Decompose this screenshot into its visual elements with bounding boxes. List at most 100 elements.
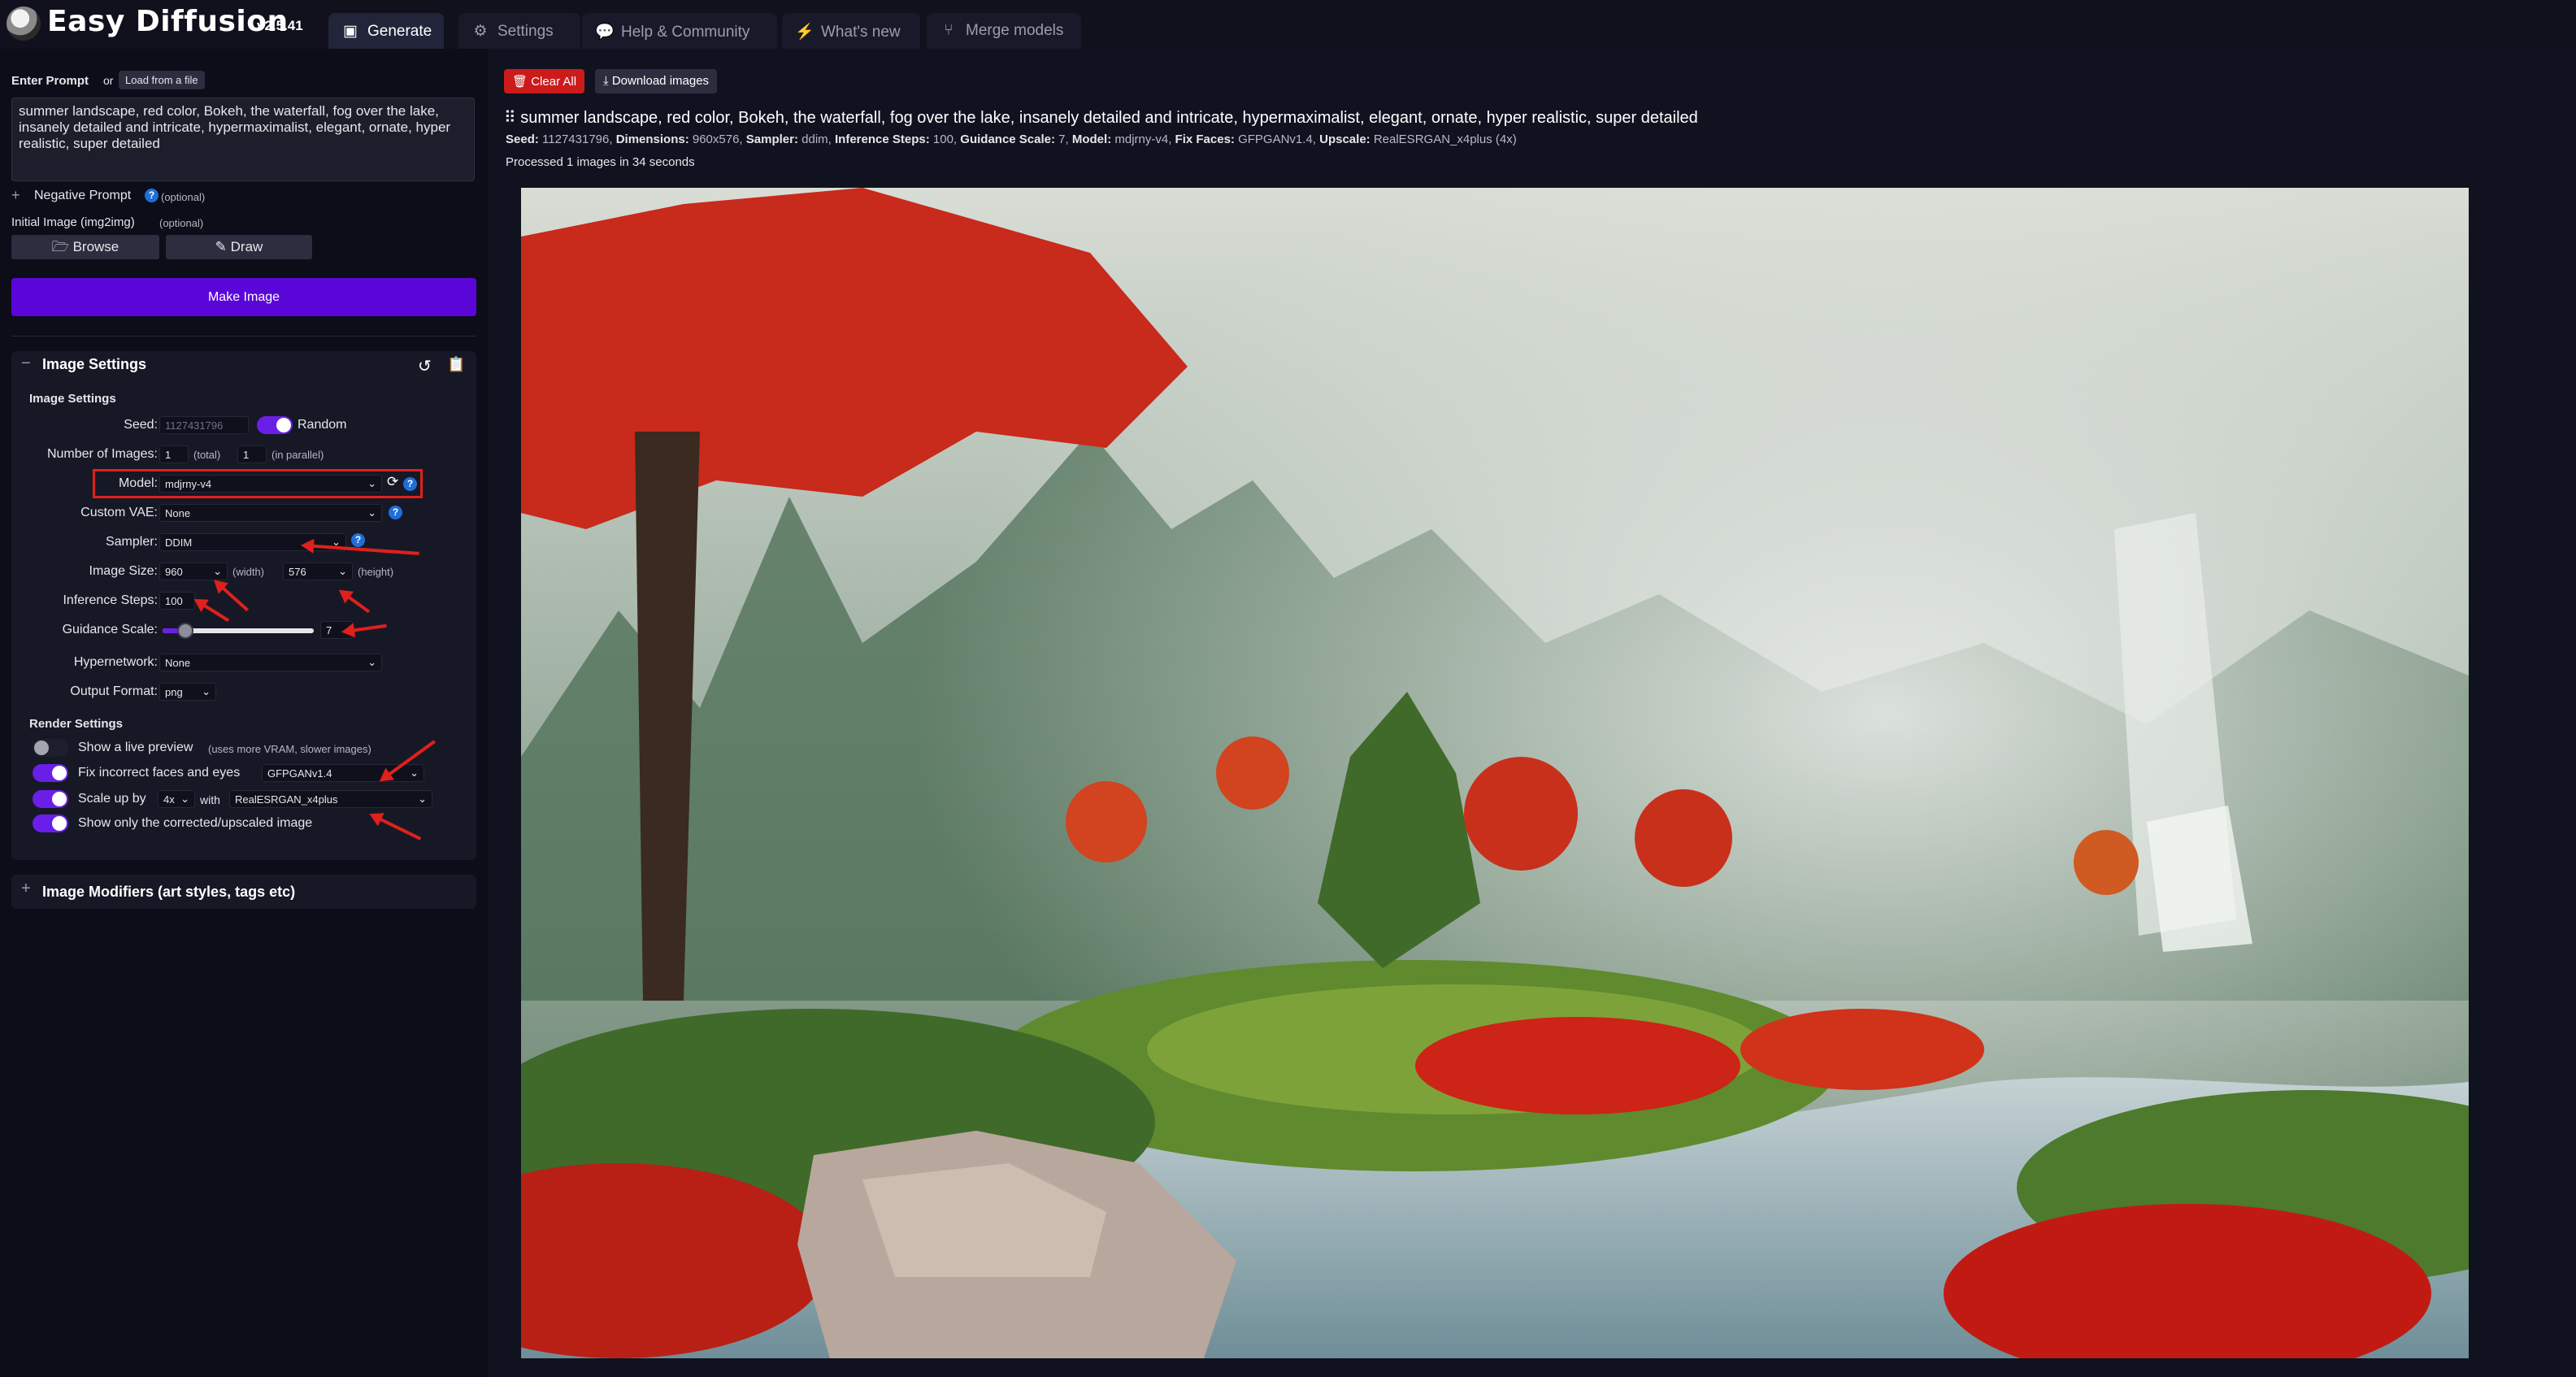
refresh-models-icon[interactable]: ⟳ [387,474,398,490]
num-images-label: Number of Images: [46,447,158,461]
grid-icon[interactable]: ⠿ [504,109,520,127]
sampler-select[interactable]: DDIM ⌄ [159,533,346,551]
reset-icon[interactable]: ↺ [418,356,432,376]
negative-prompt-label[interactable]: Negative Prompt [34,189,131,203]
image-settings-section-title: Image Settings [29,392,116,406]
chevron-down-icon: ⌄ [410,767,419,779]
height-select[interactable]: 576 ⌄ [283,563,353,580]
width-label: (width) [232,566,265,578]
landscape-illustration [521,188,2469,1358]
tab-merge-models[interactable]: ⑂ Merge models [927,13,1081,49]
only-corrected-label: Show only the corrected/upscaled image [78,816,313,830]
live-preview-label: Show a live preview [78,741,193,754]
steps-input[interactable]: 100 [159,592,195,610]
random-label: Random [298,418,347,432]
model-select[interactable]: mdjrny-v4 ⌄ [159,475,382,493]
app-title: Easy Diffusion [47,5,289,38]
browse-button[interactable]: 🗁 Browse [11,235,159,259]
toggle-knob [52,766,67,780]
vae-select[interactable]: None ⌄ [159,504,382,522]
download-icon: ⤓ [603,74,612,88]
live-preview-toggle[interactable] [33,739,68,757]
bolt-icon: ⚡ [795,24,815,41]
vae-help-icon[interactable]: ? [389,506,402,519]
negative-prompt-help-icon[interactable]: ? [145,189,159,202]
hypernetwork-select[interactable]: None ⌄ [159,654,382,671]
pencil-icon: ✎ [215,239,231,254]
render-settings-title: Render Settings [29,717,124,731]
scale-up-toggle[interactable] [33,790,68,808]
num-images-total-input[interactable]: 1 [159,445,189,463]
load-from-file-button[interactable]: Load from a file [119,71,205,89]
clear-all-button[interactable]: 🗑 Clear All [504,69,585,93]
image-settings-title[interactable]: Image Settings [42,356,146,373]
model-label: Model: [118,476,158,490]
logo-icon [7,7,41,41]
left-panel: Enter Prompt or Load from a file summer … [0,49,488,1377]
expand-plus-icon[interactable]: + [21,880,31,898]
vae-label: Custom VAE: [80,506,158,519]
live-preview-note: (uses more VRAM, slower images) [208,743,371,755]
height-label: (height) [358,566,394,578]
upscaler-select[interactable]: RealESRGAN_x4plus ⌄ [229,790,432,808]
folder-icon: 🗁 [51,239,73,254]
image-icon: ▣ [343,23,358,40]
prompt-label: Enter Prompt [11,74,89,88]
chevron-down-icon: ⌄ [367,656,376,668]
negative-optional-label: (optional) [161,191,206,203]
prompt-input[interactable]: summer landscape, red color, Bokeh, the … [11,98,475,181]
tab-generate[interactable]: ▣ Generate [328,13,444,49]
or-label: or [103,74,114,87]
steps-label: Inference Steps: [63,593,158,607]
parallel-label: (in parallel) [272,449,324,461]
init-image-optional-label: (optional) [159,217,204,229]
random-seed-toggle[interactable] [257,416,293,434]
sampler-help-icon[interactable]: ? [351,533,365,547]
toggle-knob [52,816,67,831]
toggle-knob [52,792,67,806]
guidance-slider-handle[interactable] [176,623,193,639]
with-label: with [200,793,220,806]
result-metadata: Seed: 1127431796, Dimensions: 960x576, S… [506,132,1517,146]
make-image-button[interactable]: Make Image [11,278,476,316]
collapse-minus-icon[interactable]: − [21,354,31,373]
result-prompt: ⠿ summer landscape, red color, Bokeh, th… [504,109,1698,127]
results-panel: 🗑 Clear All ⤓ Download images ⠿ summer l… [488,49,2576,1377]
model-help-icon[interactable]: ? [403,477,417,491]
image-modifiers-panel[interactable]: + Image Modifiers (art styles, tags etc) [11,875,476,909]
generated-image[interactable] [521,188,2469,1358]
clipboard-icon[interactable]: 📋 [447,356,465,373]
download-images-button[interactable]: ⤓ Download images [595,69,718,93]
seed-label: Seed: [124,418,158,432]
fix-faces-label: Fix incorrect faces and eyes [78,766,241,780]
gear-icon: ⚙ [473,23,488,40]
tab-settings[interactable]: ⚙ Settings [458,13,580,49]
scale-up-label: Scale up by [78,792,146,806]
tab-whats-new[interactable]: ⚡ What's new [782,13,920,49]
guidance-label: Guidance Scale: [62,623,158,636]
fix-faces-toggle[interactable] [33,764,68,782]
image-size-label: Image Size: [89,564,158,578]
tab-help-community[interactable]: 💬 Help & Community [582,13,777,49]
expand-plus-icon[interactable]: + [11,187,20,204]
output-format-select[interactable]: png ⌄ [159,683,216,701]
guidance-slider[interactable] [163,623,314,639]
num-images-parallel-input[interactable]: 1 [237,445,267,463]
only-corrected-toggle[interactable] [33,814,68,832]
init-image-label: Initial Image (img2img) [11,215,135,229]
scale-select[interactable]: 4x ⌄ [158,790,195,808]
draw-button[interactable]: ✎ Draw [166,235,312,259]
chevron-down-icon: ⌄ [418,793,427,805]
toggle-knob [276,418,291,432]
divider [11,336,476,337]
app-version: v2.5.41 [257,18,303,33]
chevron-down-icon: ⌄ [202,685,211,697]
merge-icon: ⑂ [944,22,954,39]
trash-icon: 🗑 [512,75,532,89]
seed-input[interactable]: 1127431796 [159,416,249,434]
output-format-label: Output Format: [70,684,158,698]
hypernetwork-label: Hypernetwork: [73,655,158,669]
chevron-down-icon: ⌄ [338,565,347,577]
image-modifiers-title: Image Modifiers (art styles, tags etc) [42,884,296,900]
chevron-down-icon: ⌄ [180,793,189,805]
